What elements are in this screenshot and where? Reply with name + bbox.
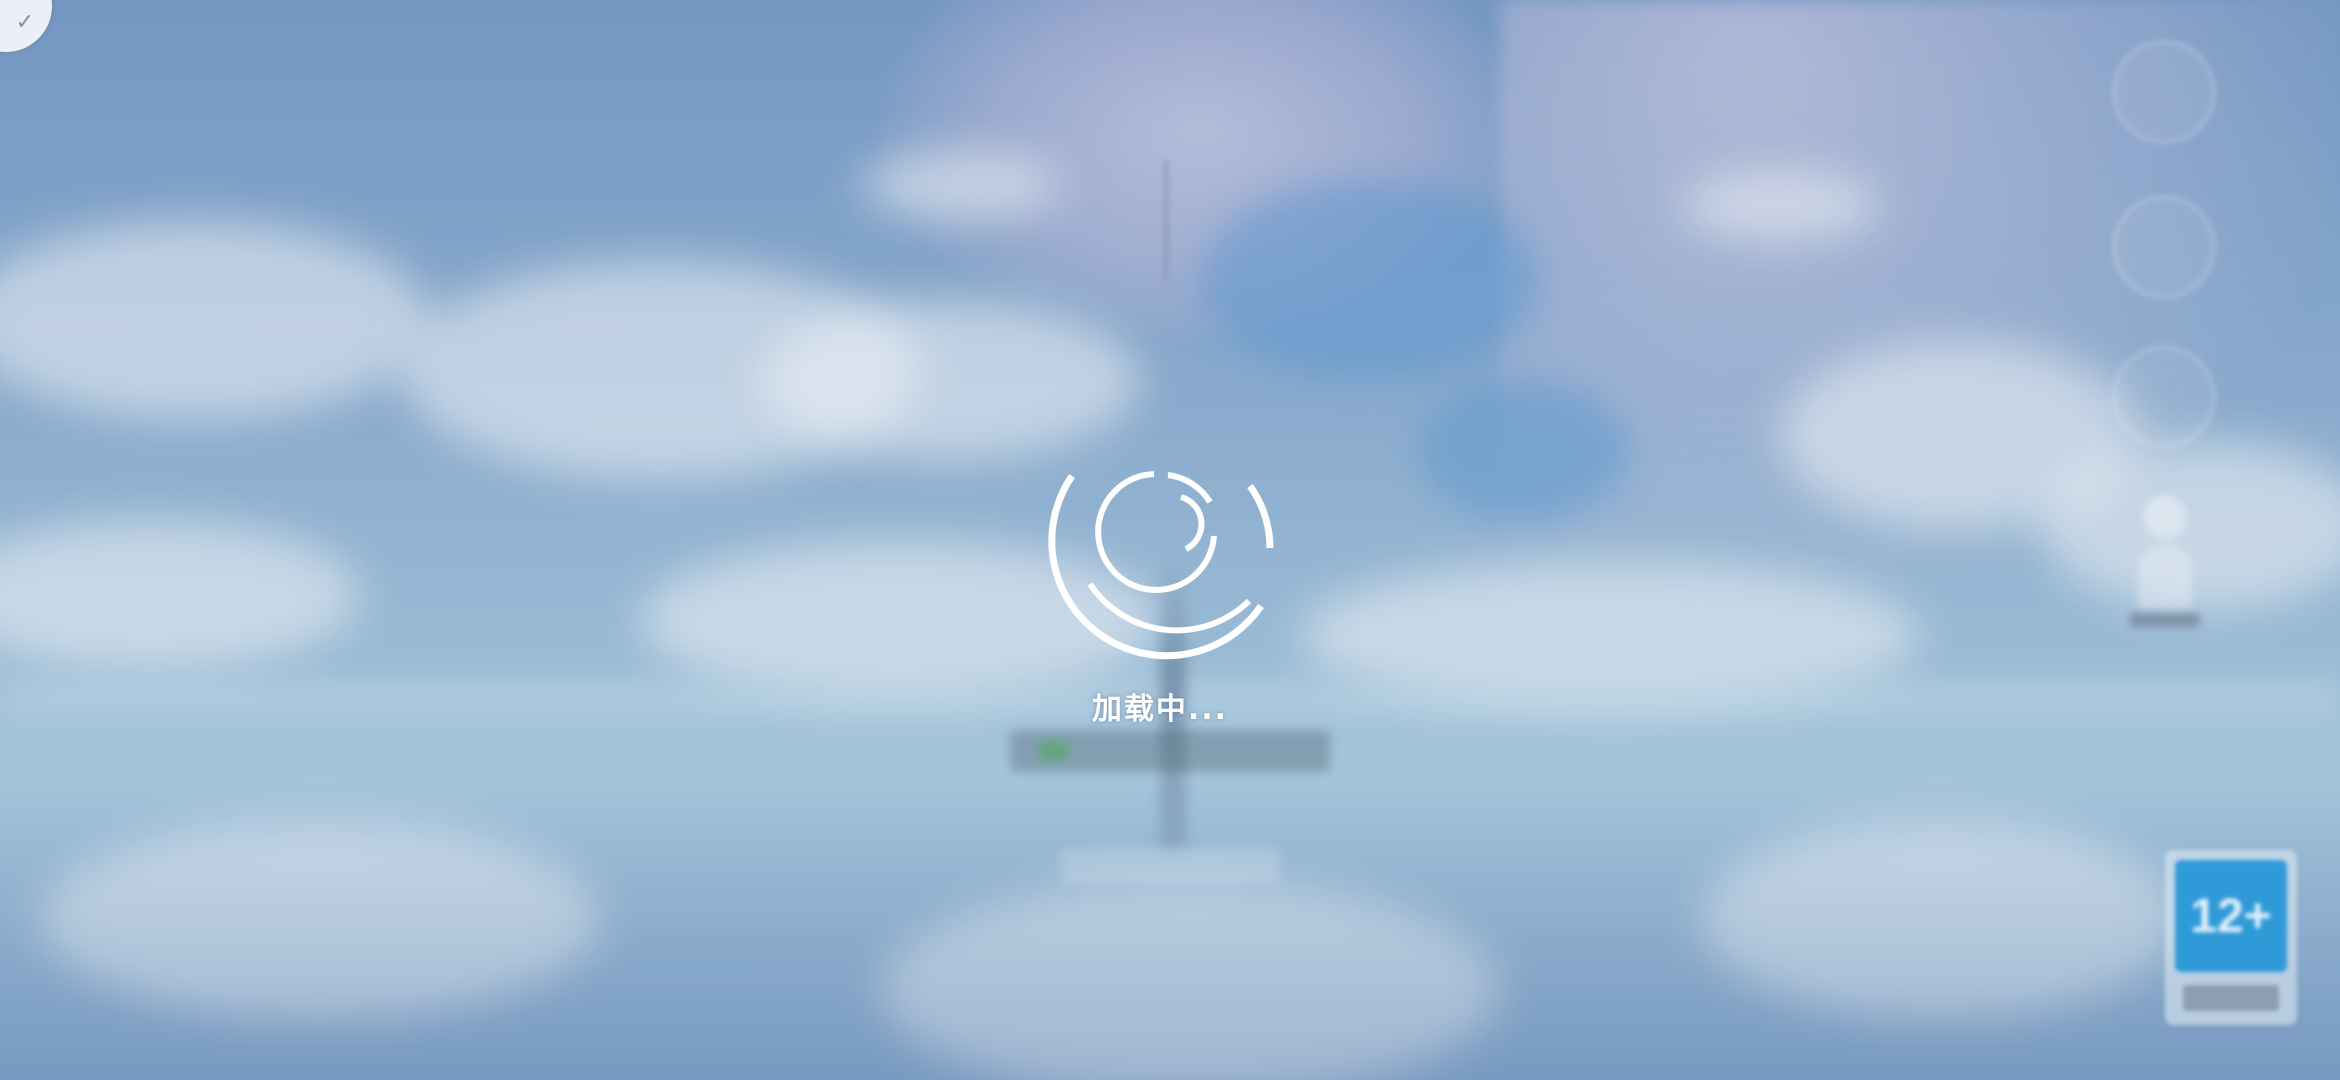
loading-spinner: [1044, 466, 1276, 666]
loading-text: 加载中...: [1091, 692, 1229, 727]
loading-screen: 12+ ✓ 加载中...: [0, 0, 2340, 1080]
age-rating-footer: [2183, 985, 2279, 1011]
age-rating-label: 12+: [2175, 860, 2287, 972]
clear-icon: ✓: [15, 10, 35, 35]
age-rating-badge: 12+: [2165, 850, 2297, 1025]
loading-spinner-icon: [1048, 471, 1274, 660]
